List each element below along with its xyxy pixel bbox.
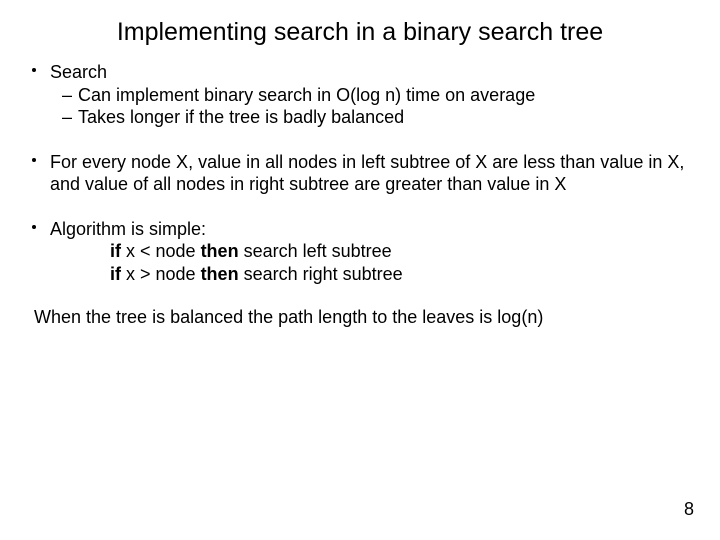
- dash-icon: –: [62, 106, 72, 129]
- closing-remark: When the tree is balanced the path lengt…: [28, 307, 692, 328]
- bullet-dot-icon: [32, 68, 36, 72]
- sub-bullet-1: – Can implement binary search in O(log n…: [50, 84, 692, 107]
- bullet-algorithm-title: Algorithm is simple:: [50, 218, 692, 241]
- bullet-search-title: Search: [50, 61, 692, 84]
- slide-title: Implementing search in a binary search t…: [28, 18, 692, 47]
- algo-line-2: if x > node then search right subtree: [50, 263, 692, 286]
- slide: Implementing search in a binary search t…: [0, 0, 720, 540]
- bullet-search: Search – Can implement binary search in …: [28, 61, 692, 129]
- kw-then: then: [201, 241, 239, 261]
- bullet-dot-icon: [32, 225, 36, 229]
- kw-if: if: [110, 264, 121, 284]
- sub-bullet-2-text: Takes longer if the tree is badly balanc…: [78, 107, 404, 127]
- kw-if: if: [110, 241, 121, 261]
- sub-bullet-1-text: Can implement binary search in O(log n) …: [78, 85, 535, 105]
- bullet-dot-icon: [32, 158, 36, 162]
- bullet-invariant-text: For every node X, value in all nodes in …: [50, 152, 684, 195]
- sub-bullet-2: – Takes longer if the tree is badly bala…: [50, 106, 692, 129]
- slide-body: Search – Can implement binary search in …: [28, 61, 692, 285]
- algo-act-2: search right subtree: [239, 264, 403, 284]
- kw-then: then: [201, 264, 239, 284]
- bullet-algorithm: Algorithm is simple: if x < node then se…: [28, 218, 692, 286]
- page-number: 8: [684, 499, 694, 520]
- bullet-invariant: For every node X, value in all nodes in …: [28, 151, 692, 196]
- algo-cond-2: x > node: [121, 264, 201, 284]
- algo-act-1: search left subtree: [239, 241, 392, 261]
- dash-icon: –: [62, 84, 72, 107]
- algo-line-1: if x < node then search left subtree: [50, 240, 692, 263]
- algo-cond-1: x < node: [121, 241, 201, 261]
